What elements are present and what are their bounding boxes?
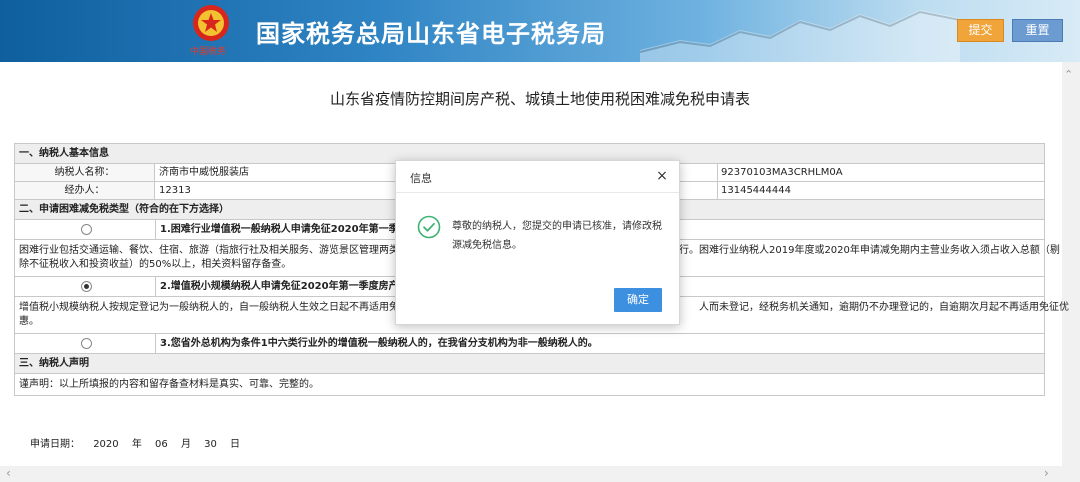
agent-label: 经办人： (15, 182, 155, 199)
option-2-desc-left: 增值税小规模纳税人按规定登记为一般纳税人的，自一般纳税人生效之日起不再适用免征优 (19, 302, 419, 313)
scroll-up-arrow-icon[interactable]: ⌃ (1064, 68, 1073, 81)
site-title: 国家税务总局山东省电子税务局 (256, 20, 606, 48)
apply-month: 06 (155, 439, 168, 450)
cell-divider (717, 164, 718, 181)
info-dialog: 信息 × 尊敬的纳税人，您提交的申请已核准，请修改税源减免税信息。 确定 (395, 160, 680, 325)
horizontal-scrollbar[interactable] (0, 466, 1080, 482)
cell-divider (155, 334, 156, 353)
phone-value: 13145444444 (721, 185, 791, 196)
vertical-scrollbar[interactable] (1062, 62, 1080, 466)
apply-day: 30 (204, 439, 217, 450)
national-tax-emblem-icon (193, 5, 229, 41)
check-circle-icon (417, 215, 441, 239)
scroll-right-arrow-icon[interactable]: › (1044, 466, 1049, 480)
option-3-label: 3.您省外总机构为条件1中六类行业外的增值税一般纳税人的，在我省分支机构为非一般… (160, 338, 598, 349)
form-title: 山东省疫情防控期间房产税、城镇土地使用税困难减免税申请表 (329, 90, 750, 108)
submit-button[interactable]: 提交 (957, 19, 1004, 42)
cell-divider (155, 220, 156, 239)
year-unit: 年 (131, 439, 142, 450)
apply-date: 申请日期： 2020 年 06 月 30 日 (30, 435, 250, 450)
scroll-left-arrow-icon[interactable]: ‹ (6, 466, 11, 480)
dialog-message: 尊敬的纳税人，您提交的申请已核准，请修改税源减免税信息。 (452, 221, 662, 251)
dialog-title: 信息 (410, 172, 432, 185)
option-1-desc-right: 行。困难行业纳税人2019年度或2020年申请减免期内主营业务收入须占收入总额（… (679, 245, 1060, 256)
dialog-header: 信息 × (396, 161, 679, 193)
apply-year: 2020 (93, 439, 119, 450)
option-3-radio[interactable] (81, 338, 92, 349)
option-2-desc-right: 人而未登记，经税务机关通知，逾期仍不办理登记的，自逾期次月起不再适用免征优 (699, 302, 1069, 313)
option-1-radio[interactable] (81, 224, 92, 235)
option-2-label: 2.增值税小规模纳税人申请免征2020年第一季度房产税 (160, 281, 409, 292)
section-declaration: 三、纳税人声明 (14, 354, 1045, 374)
confirm-button[interactable]: 确定 (614, 288, 662, 312)
taxpayer-name-value: 济南市中威悦服装店 (159, 167, 249, 178)
day-unit: 日 (230, 439, 241, 450)
declaration-text: 谨声明：以上所填报的内容和留存备查材料是真实、可靠、完整的。 (14, 374, 1045, 396)
cell-divider (155, 277, 156, 296)
option-3-row: 3.您省外总机构为条件1中六类行业外的增值税一般纳税人的，在我省分支机构为非一般… (14, 334, 1045, 354)
taxpayer-id-value: 92370103MA3CRHLM0A (721, 167, 843, 178)
close-icon[interactable]: × (654, 167, 670, 185)
great-wall-decoration (640, 10, 960, 62)
agent-value: 12313 (159, 185, 191, 196)
reset-button[interactable]: 重置 (1012, 19, 1063, 42)
site-header: 中国税务 国家税务总局山东省电子税务局 提交 重置 (0, 0, 1080, 62)
cell-divider (717, 182, 718, 199)
taxpayer-name-label: 纳税人名称： (15, 164, 155, 181)
month-unit: 月 (180, 439, 191, 450)
apply-date-label: 申请日期： (30, 439, 80, 450)
option-1-desc-left: 困难行业包括交通运输、餐饮、住宿、旅游（指旅行社及相关服务、游览景区管理两类） (19, 245, 409, 256)
option-1-label: 1.困难行业增值税一般纳税人申请免征2020年第一季度 (160, 224, 409, 235)
emblem-caption: 中国税务 (190, 47, 227, 57)
option-2-radio[interactable] (81, 281, 92, 292)
